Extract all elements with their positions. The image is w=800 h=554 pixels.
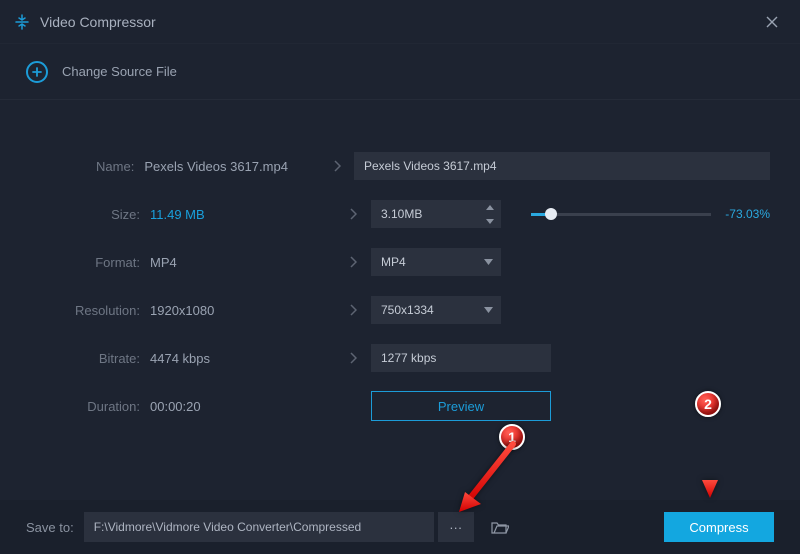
row-format: Format: MP4 (30, 238, 770, 286)
browse-path-button[interactable]: ··· (438, 512, 474, 542)
output-name-input[interactable] (354, 152, 770, 180)
row-bitrate: Bitrate: 4474 kbps (30, 334, 770, 382)
dots-icon: ··· (449, 520, 462, 535)
target-bitrate-input[interactable] (371, 344, 551, 372)
chevron-right-icon (335, 304, 371, 316)
compress-label: Compress (689, 520, 748, 535)
chevron-down-icon (484, 248, 493, 276)
size-slider[interactable] (531, 213, 711, 216)
annotation-step-1: 1 (499, 424, 525, 450)
size-slider-thumb[interactable] (545, 208, 557, 220)
label-format: Format: (30, 255, 150, 270)
target-size-stepper[interactable] (371, 200, 501, 228)
label-name: Name: (30, 159, 144, 174)
row-duration: Duration: 00:00:20 Preview (30, 382, 770, 430)
source-name: Pexels Videos 3617.mp4 (144, 159, 320, 174)
source-bitrate: 4474 kbps (150, 351, 335, 366)
chevron-right-icon (320, 160, 354, 172)
format-select[interactable] (371, 248, 501, 276)
change-source-label: Change Source File (62, 64, 177, 79)
format-select-value[interactable] (371, 248, 501, 276)
size-step-down[interactable] (479, 214, 501, 228)
preview-button[interactable]: Preview (371, 391, 551, 421)
source-size: 11.49 MB (150, 207, 335, 222)
window-title: Video Compressor (40, 14, 156, 30)
save-path-display[interactable]: F:\Vidmore\Vidmore Video Converter\Compr… (84, 512, 434, 542)
resolution-select-value[interactable] (371, 296, 501, 324)
label-duration: Duration: (30, 399, 150, 414)
compress-icon (14, 14, 30, 30)
source-duration: 00:00:20 (150, 399, 335, 414)
chevron-right-icon (335, 352, 371, 364)
label-resolution: Resolution: (30, 303, 150, 318)
change-source-file[interactable]: Change Source File (0, 44, 800, 100)
size-reduction-pct: -73.03% (725, 207, 770, 221)
source-resolution: 1920x1080 (150, 303, 335, 318)
row-resolution: Resolution: 1920x1080 (30, 286, 770, 334)
settings-form: Name: Pexels Videos 3617.mp4 Size: 11.49… (0, 100, 800, 440)
label-size: Size: (30, 207, 150, 222)
resolution-select[interactable] (371, 296, 501, 324)
open-folder-button[interactable] (482, 512, 518, 542)
save-to-label: Save to: (26, 520, 74, 535)
preview-label: Preview (438, 399, 484, 414)
size-step-up[interactable] (479, 200, 501, 214)
plus-circle-icon (26, 61, 48, 83)
chevron-right-icon (335, 208, 371, 220)
label-bitrate: Bitrate: (30, 351, 150, 366)
folder-open-icon (491, 520, 509, 534)
chevron-down-icon (484, 296, 493, 324)
compress-button[interactable]: Compress (664, 512, 774, 542)
row-name: Name: Pexels Videos 3617.mp4 (30, 142, 770, 190)
close-button[interactable] (758, 8, 786, 36)
chevron-right-icon (335, 256, 371, 268)
source-format: MP4 (150, 255, 335, 270)
footer: Save to: F:\Vidmore\Vidmore Video Conver… (0, 500, 800, 554)
titlebar: Video Compressor (0, 0, 800, 44)
row-size: Size: 11.49 MB -73.03% (30, 190, 770, 238)
annotation-step-2: 2 (695, 391, 721, 417)
